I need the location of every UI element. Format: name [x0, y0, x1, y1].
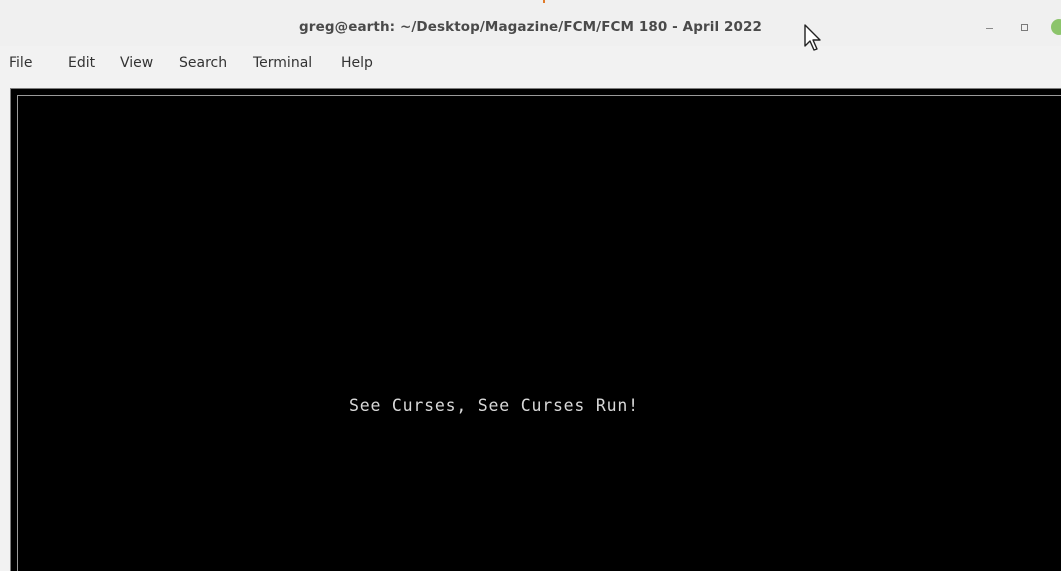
- menu-terminal[interactable]: Terminal: [253, 55, 312, 71]
- close-button[interactable]: [1050, 18, 1061, 36]
- minimize-icon: [985, 28, 993, 29]
- menu-search[interactable]: Search: [179, 55, 227, 71]
- menu-view[interactable]: View: [120, 55, 153, 71]
- terminal-output: See Curses, See Curses Run!: [349, 396, 639, 415]
- maximize-button[interactable]: [1015, 18, 1033, 36]
- menu-edit[interactable]: Edit: [68, 55, 95, 71]
- minimize-button[interactable]: [980, 18, 998, 36]
- maximize-icon: [1020, 23, 1028, 31]
- title-bar[interactable]: greg@earth: ~/Desktop/Magazine/FCM/FCM 1…: [0, 0, 1061, 46]
- menu-help[interactable]: Help: [341, 55, 373, 71]
- menu-bar: File Edit View Search Terminal Help: [0, 46, 1061, 82]
- close-icon: [1051, 19, 1061, 35]
- terminal-window: greg@earth: ~/Desktop/Magazine/FCM/FCM 1…: [0, 0, 1061, 571]
- window-title: greg@earth: ~/Desktop/Magazine/FCM/FCM 1…: [299, 19, 762, 35]
- terminal-area[interactable]: See Curses, See Curses Run!: [10, 88, 1061, 571]
- menu-file[interactable]: File: [9, 55, 32, 71]
- orange-marker: [543, 0, 545, 3]
- terminal-screen[interactable]: See Curses, See Curses Run!: [17, 95, 1061, 571]
- mouse-pointer-icon: [804, 24, 821, 51]
